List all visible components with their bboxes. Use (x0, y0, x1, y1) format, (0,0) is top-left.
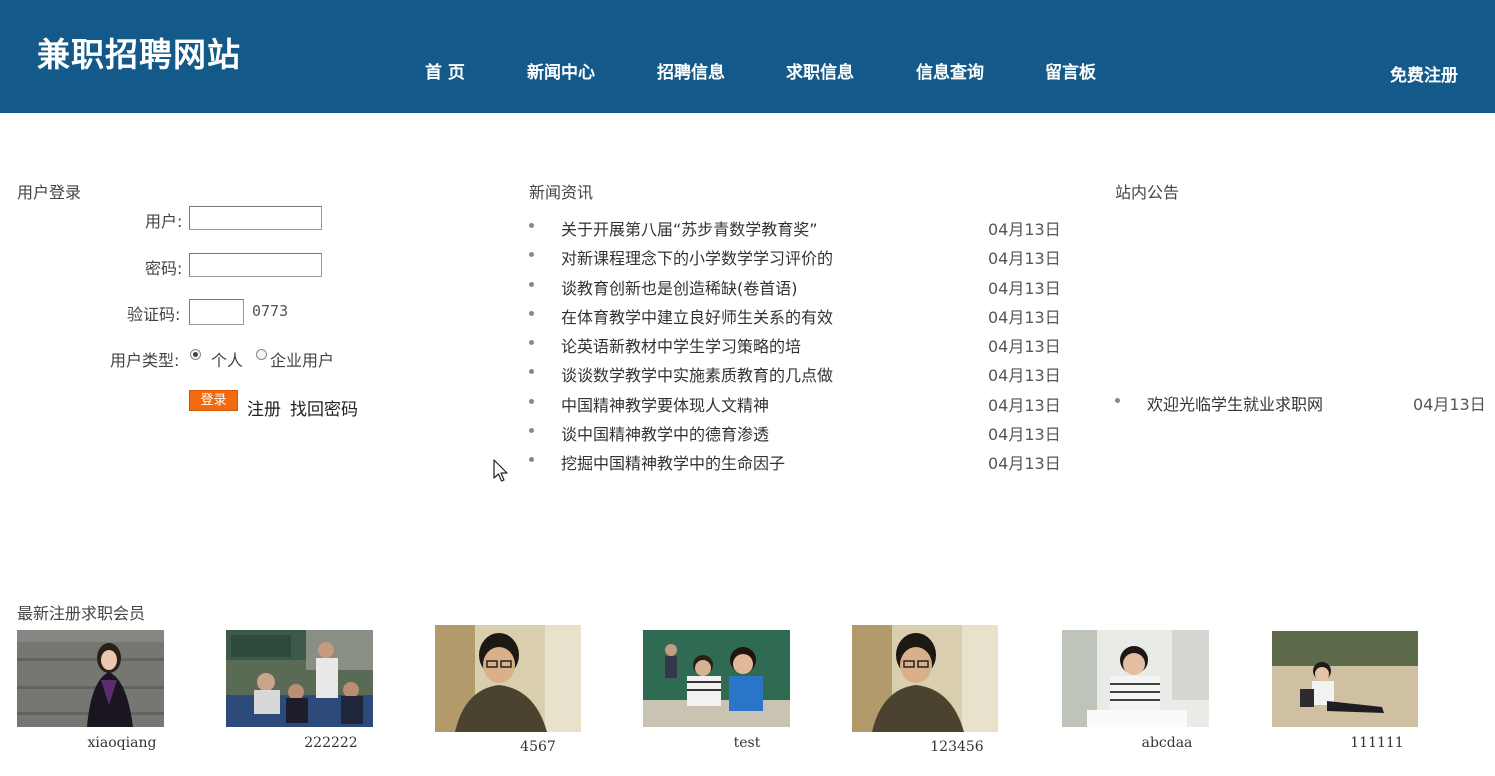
bullet-icon (529, 252, 534, 258)
password-input[interactable] (189, 253, 322, 277)
news-date: 04月13日 (988, 395, 1061, 415)
news-date: 04月13日 (988, 220, 1061, 239)
news-title[interactable]: 谈中国精神教学中的德育渗透 (561, 421, 769, 445)
news-date: 04月13日 (988, 307, 1061, 327)
nav-recruitment[interactable]: 招聘信息 (657, 58, 725, 83)
member-name[interactable]: abcdaa (1062, 735, 1272, 751)
radio-enterprise[interactable] (256, 349, 267, 360)
news-title[interactable]: 对新课程理念下的小学数学学习评价的 (561, 245, 833, 269)
news-date: 04月13日 (988, 337, 1061, 357)
user-type-label: 用户类型: (110, 351, 180, 370)
notice-title[interactable]: 欢迎光临学生就业求职网 (1147, 391, 1323, 415)
news-list: 关于开展第八届“苏步青数学教育奖” 04月13日 对新课程理念下的小学数学学习评价… (529, 216, 1061, 480)
notice-item: 欢迎光临学生就业求职网 04月13日 (1115, 391, 1490, 420)
notice-list: 欢迎光临学生就业求职网 04月13日 (1115, 391, 1490, 420)
mouse-cursor-icon (493, 459, 508, 482)
news-item: 关于开展第八届“苏步青数学教育奖” 04月13日 (529, 216, 1061, 245)
captcha-code: 0773 (252, 302, 289, 320)
news-date: 04月13日 (988, 454, 1061, 474)
login-section-title: 用户登录 (17, 183, 82, 202)
password-label: 密码: (145, 259, 183, 278)
members-section-title: 最新注册求职会员 (17, 604, 146, 623)
site-title[interactable]: 兼职招聘网站 (37, 28, 241, 76)
radio-personal[interactable] (190, 349, 201, 360)
news-section-title: 新闻资讯 (529, 183, 594, 202)
news-item: 对新课程理念下的小学数学学习评价的 04月13日 (529, 245, 1061, 274)
member-name[interactable]: 111111 (1272, 735, 1482, 751)
member-name[interactable]: 222222 (226, 735, 436, 751)
nav-message-board[interactable]: 留言板 (1045, 58, 1096, 83)
news-item: 在体育教学中建立良好师生关系的有效 04月13日 (529, 304, 1061, 333)
bullet-icon (529, 457, 534, 463)
captcha-label: 验证码: (127, 305, 181, 324)
bullet-icon (1115, 398, 1120, 403)
captcha-input[interactable] (189, 299, 244, 325)
member-photo-classroom-group[interactable] (226, 630, 373, 727)
bullet-icon (529, 428, 534, 434)
notice-section-title: 站内公告 (1115, 183, 1180, 202)
bullet-icon (529, 281, 534, 287)
member-photo-graduate-woman[interactable] (17, 630, 164, 727)
bullet-icon (529, 310, 534, 316)
news-title[interactable]: 关于开展第八届“苏步青数学教育奖” (561, 216, 818, 240)
member-name[interactable]: 4567 (435, 739, 641, 755)
news-item: 谈谈数学教学中实施素质教育的几点做 04月13日 (529, 362, 1061, 391)
member-photo-man-reading[interactable] (1062, 630, 1209, 727)
register-link[interactable]: 注册 (247, 395, 281, 420)
member-name[interactable]: test (643, 735, 851, 751)
news-date: 04月13日 (988, 278, 1061, 298)
nav-job-seeking[interactable]: 求职信息 (786, 58, 854, 83)
site-header: 兼职招聘网站 首 页 新闻中心 招聘信息 求职信息 信息查询 留言板 免费注册 (0, 0, 1495, 113)
news-date: 04月13日 (988, 366, 1061, 386)
news-title[interactable]: 中国精神教学要体现人文精神 (561, 392, 769, 416)
notice-date: 04月13日 (1413, 395, 1486, 414)
nav-home[interactable]: 首 页 (425, 58, 465, 83)
news-item: 论英语新教材中学生学习策略的培 04月13日 (529, 333, 1061, 362)
news-item: 谈教育创新也是创造稀缺(卷首语) 04月13日 (529, 275, 1061, 304)
news-title[interactable]: 谈教育创新也是创造稀缺(卷首语) (561, 275, 798, 299)
radio-personal-label[interactable]: 个人 (211, 347, 243, 371)
member-name[interactable]: 123456 (852, 739, 1062, 755)
news-title[interactable]: 论英语新教材中学生学习策略的培 (561, 333, 801, 357)
notice-marquee: 欢迎光临学生就业求职网 04月13日 (1115, 390, 1495, 425)
bullet-icon (529, 398, 534, 404)
news-date: 04月13日 (988, 425, 1061, 445)
news-title[interactable]: 在体育教学中建立良好师生关系的有效 (561, 304, 833, 328)
news-item: 谈中国精神教学中的德育渗透 04月13日 (529, 421, 1061, 450)
member-photo-students-classroom[interactable] (643, 630, 790, 727)
nav-news-center[interactable]: 新闻中心 (527, 58, 595, 83)
bullet-icon (529, 223, 534, 228)
member-name[interactable]: xiaoqiang (17, 735, 227, 751)
recover-password-link[interactable]: 找回密码 (290, 395, 358, 420)
username-input[interactable] (189, 206, 322, 230)
news-item: 中国精神教学要体现人文精神 04月13日 (529, 392, 1061, 421)
member-photo-young-man-glasses[interactable] (435, 625, 581, 732)
login-button[interactable]: 登录 (189, 390, 238, 411)
news-title[interactable]: 谈谈数学教学中实施素质教育的几点做 (561, 362, 833, 386)
nav-info-query[interactable]: 信息查询 (916, 58, 984, 83)
news-item: 挖掘中国精神教学中的生命因子 04月13日 (529, 450, 1061, 479)
user-label: 用户: (145, 212, 183, 231)
bullet-icon (529, 369, 534, 375)
news-title[interactable]: 挖掘中国精神教学中的生命因子 (561, 450, 785, 474)
news-date: 04月13日 (988, 249, 1061, 269)
radio-enterprise-label[interactable]: 企业用户 (270, 347, 334, 371)
member-photo-young-man-glasses[interactable] (852, 625, 998, 732)
bullet-icon (529, 340, 534, 346)
free-register-link[interactable]: 免费注册 (1390, 61, 1458, 86)
member-photo-woman-sitting-outdoors[interactable] (1272, 631, 1418, 727)
